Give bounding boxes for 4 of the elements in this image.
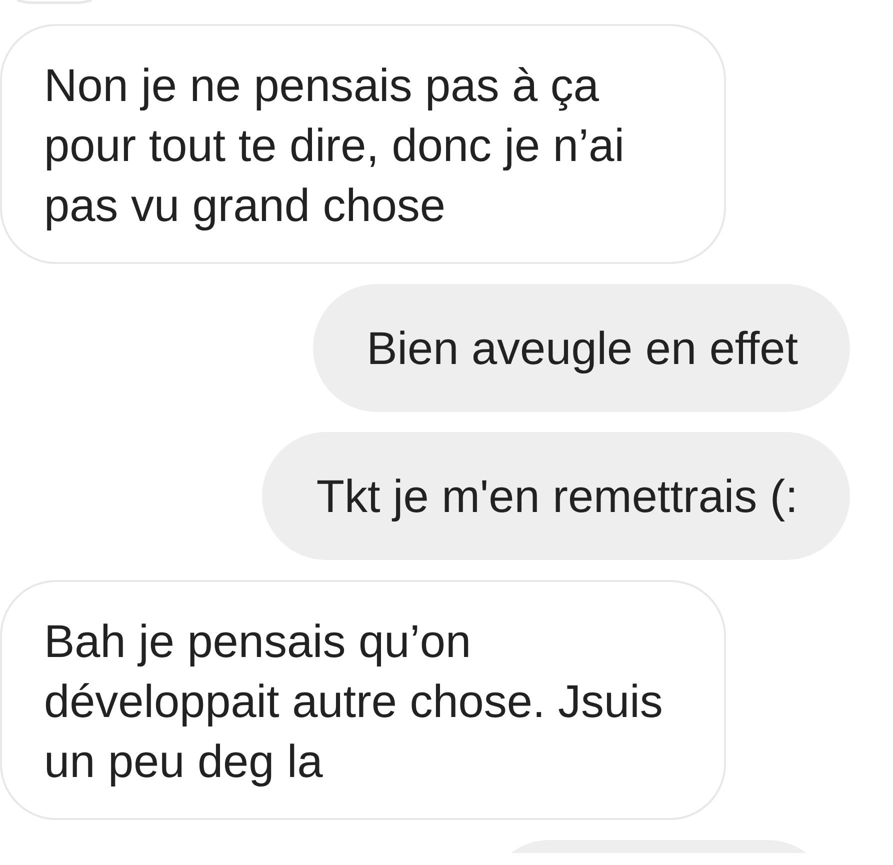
message-text: Bah je pensais qu’on développait autre chose. Jsuis un peu deg la — [44, 614, 664, 788]
message-text: Tkt je m'en remettrais (: — [316, 469, 798, 524]
message-text: Bien aveugle en effet — [366, 321, 798, 376]
message-text: Non je ne pensais pas à ça pour tout te dire, donc je n’ai pas vu grand chose — [44, 58, 626, 232]
